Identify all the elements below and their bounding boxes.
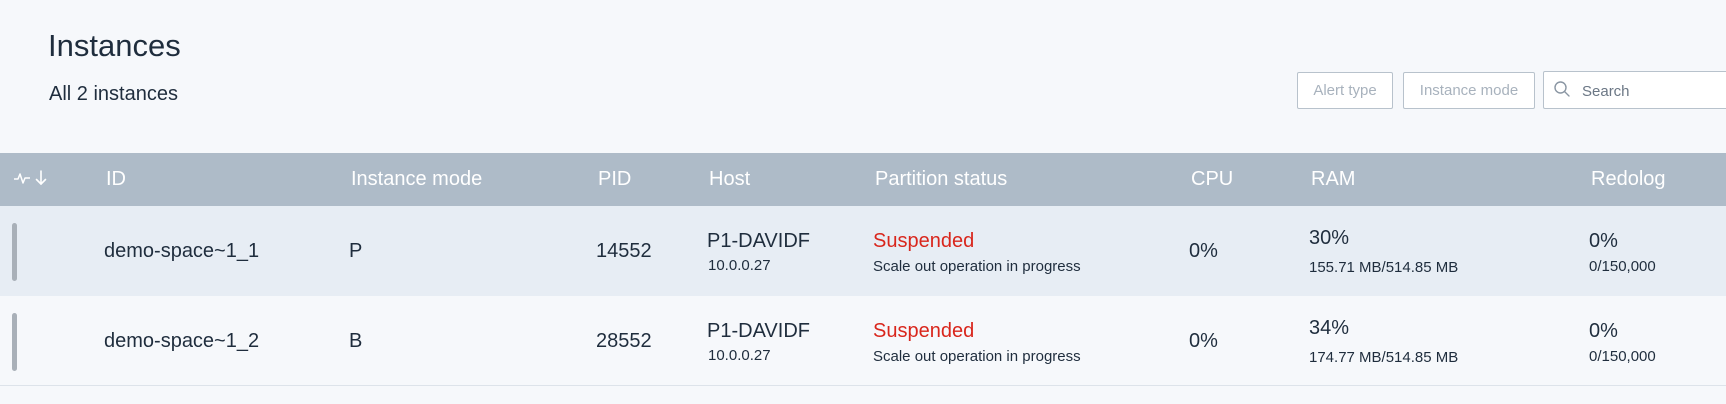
host-name: P1-DAVIDF (707, 230, 810, 252)
alert-type-filter-button[interactable]: Alert type (1297, 72, 1393, 109)
column-header-host[interactable]: Host (709, 168, 750, 191)
table-row[interactable]: demo-space~1_2 B 28552 P1-DAVIDF 10.0.0.… (0, 296, 1726, 386)
instance-mode: B (349, 330, 363, 352)
partition-status-note: Scale out operation in progress (873, 348, 1081, 365)
cpu-usage: 0% (1189, 330, 1218, 352)
host-ip: 10.0.0.27 (708, 257, 771, 274)
instance-pid: 14552 (596, 240, 652, 262)
ram-detail: 174.77 MB/514.85 MB (1309, 349, 1459, 366)
redolog-detail: 0/150,000 (1589, 258, 1656, 275)
instance-mode-filter-button[interactable]: Instance mode (1403, 72, 1535, 109)
activity-icon (14, 173, 30, 184)
partition-status: Suspended (873, 320, 975, 342)
ram-usage: 30% (1309, 227, 1350, 249)
host-ip: 10.0.0.27 (708, 347, 771, 364)
page-header: Instances All 2 instances Alert type Ins… (0, 0, 1726, 153)
search-input[interactable] (1582, 80, 1726, 102)
sort-controls[interactable] (13, 170, 47, 186)
column-header-pid[interactable]: PID (598, 168, 631, 191)
search-box[interactable] (1543, 71, 1726, 109)
row-handle[interactable] (12, 223, 17, 281)
arrow-down-icon[interactable] (35, 170, 47, 186)
cpu-usage: 0% (1189, 240, 1218, 262)
partition-status: Suspended (873, 230, 975, 252)
redolog-detail: 0/150,000 (1589, 348, 1656, 365)
column-header-partition-status[interactable]: Partition status (875, 168, 1007, 191)
redolog-usage: 0% (1589, 230, 1618, 252)
search-icon (1554, 81, 1570, 97)
instance-pid: 28552 (596, 330, 652, 352)
column-header-ram[interactable]: RAM (1311, 168, 1355, 191)
column-header-redolog[interactable]: Redolog (1591, 168, 1666, 191)
instance-id[interactable]: demo-space~1_1 (104, 240, 259, 263)
table-header: ID Instance mode PID Host Partition stat… (0, 153, 1726, 206)
instance-count: All 2 instances (49, 83, 178, 105)
instance-id[interactable]: demo-space~1_2 (104, 330, 259, 353)
column-header-instance-mode[interactable]: Instance mode (351, 168, 482, 191)
ram-usage: 34% (1309, 317, 1350, 339)
host-name: P1-DAVIDF (707, 320, 810, 342)
column-header-id[interactable]: ID (106, 168, 126, 191)
redolog-usage: 0% (1589, 320, 1618, 342)
instance-mode: P (349, 240, 363, 262)
partition-status-note: Scale out operation in progress (873, 258, 1081, 275)
ram-detail: 155.71 MB/514.85 MB (1309, 259, 1459, 276)
table-row[interactable]: demo-space~1_1 P 14552 P1-DAVIDF 10.0.0.… (0, 206, 1726, 296)
page-title: Instances (48, 28, 181, 63)
column-header-cpu[interactable]: CPU (1191, 168, 1233, 191)
row-handle[interactable] (12, 313, 17, 371)
